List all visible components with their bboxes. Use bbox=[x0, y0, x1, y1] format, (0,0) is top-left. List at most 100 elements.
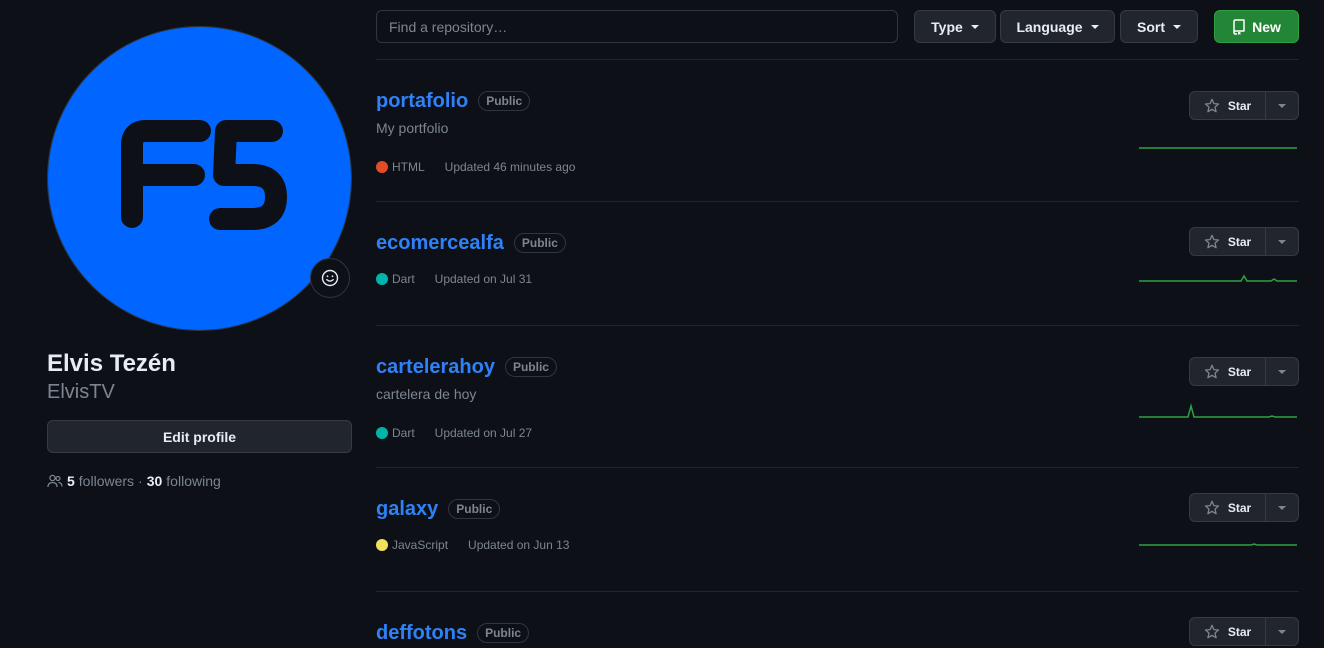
repo-icon bbox=[1233, 18, 1245, 35]
activity-sparkline bbox=[1139, 147, 1297, 149]
chevron-down-icon bbox=[1090, 24, 1099, 29]
star-button-group: Star bbox=[1189, 493, 1299, 522]
profile-full-name: Elvis Tezén bbox=[47, 350, 176, 377]
language-name: JavaScript bbox=[392, 538, 449, 552]
set-status-button[interactable] bbox=[310, 258, 350, 298]
star-button[interactable]: Star bbox=[1190, 494, 1266, 521]
star-label: Star bbox=[1227, 364, 1252, 379]
profile-avatar[interactable] bbox=[47, 26, 352, 331]
type-filter-button[interactable]: Type bbox=[914, 10, 996, 43]
star-list-dropdown[interactable] bbox=[1266, 618, 1298, 645]
profile-username: ElvisTV bbox=[47, 381, 115, 403]
visibility-badge: Public bbox=[477, 623, 530, 643]
sort-label: Sort bbox=[1137, 18, 1165, 35]
repo-meta: Dart Updated on Jul 27 bbox=[376, 425, 532, 441]
star-list-dropdown[interactable] bbox=[1266, 358, 1298, 385]
visibility-badge: Public bbox=[504, 357, 557, 377]
star-button-group: Star bbox=[1189, 617, 1299, 646]
divider bbox=[376, 325, 1299, 326]
divider bbox=[376, 59, 1299, 60]
edit-profile-button[interactable]: Edit profile bbox=[47, 420, 352, 453]
type-filter-label: Type bbox=[931, 18, 963, 35]
smiley-icon bbox=[321, 269, 339, 287]
activity-sparkline bbox=[1139, 543, 1297, 546]
chevron-down-icon bbox=[970, 24, 979, 29]
star-icon bbox=[1204, 624, 1219, 638]
repo-name-link[interactable]: portafolio bbox=[376, 88, 468, 114]
repo-name-link[interactable]: cartelerahoy bbox=[376, 354, 495, 380]
repo-item: galaxy Public JavaScript Updated on Jun … bbox=[376, 493, 1299, 552]
language-color-dot bbox=[376, 539, 388, 551]
repo-updated: Updated on Jul 31 bbox=[434, 272, 533, 286]
chevron-down-icon bbox=[1173, 24, 1181, 29]
repo-description: My portfolio bbox=[376, 120, 449, 136]
chevron-down-icon bbox=[1278, 629, 1286, 634]
language-filter-button[interactable]: Language bbox=[1000, 10, 1115, 43]
sort-button[interactable]: Sort bbox=[1120, 10, 1198, 43]
star-list-dropdown[interactable] bbox=[1266, 494, 1298, 521]
star-button[interactable]: Star bbox=[1190, 358, 1266, 385]
star-list-dropdown[interactable] bbox=[1266, 228, 1298, 255]
repo-item: deffotons Public Star bbox=[376, 617, 1299, 646]
star-icon bbox=[1204, 234, 1219, 248]
followers-link[interactable]: 5 followers bbox=[67, 472, 134, 490]
star-icon bbox=[1204, 500, 1219, 514]
visibility-badge: Public bbox=[448, 499, 501, 519]
visibility-badge: Public bbox=[478, 91, 531, 111]
language-color-dot bbox=[376, 161, 388, 173]
star-label: Star bbox=[1227, 500, 1252, 515]
star-button[interactable]: Star bbox=[1190, 228, 1266, 255]
divider bbox=[376, 591, 1299, 592]
star-icon bbox=[1204, 364, 1219, 378]
following-count: 30 bbox=[146, 473, 163, 489]
follow-separator: · bbox=[138, 473, 143, 489]
star-list-dropdown[interactable] bbox=[1266, 92, 1298, 119]
repo-description: cartelera de hoy bbox=[376, 386, 477, 402]
language-name: HTML bbox=[392, 160, 425, 174]
followers-label: followers bbox=[78, 473, 135, 489]
star-button[interactable]: Star bbox=[1190, 92, 1266, 119]
repo-language: HTML bbox=[376, 159, 425, 175]
language-color-dot bbox=[376, 427, 388, 439]
repo-updated: Updated 46 minutes ago bbox=[444, 160, 576, 174]
chevron-down-icon bbox=[1278, 505, 1286, 510]
star-label: Star bbox=[1227, 234, 1252, 249]
find-repository-input[interactable] bbox=[376, 10, 898, 43]
followers-count: 5 bbox=[67, 473, 75, 489]
new-repository-button[interactable]: New bbox=[1214, 10, 1299, 43]
language-name: Dart bbox=[392, 272, 415, 286]
divider bbox=[376, 467, 1299, 468]
repo-language: Dart bbox=[376, 271, 415, 287]
repo-name-link[interactable]: deffotons bbox=[376, 620, 467, 646]
star-button-group: Star bbox=[1189, 227, 1299, 256]
new-label: New bbox=[1252, 18, 1281, 35]
chevron-down-icon bbox=[1278, 103, 1286, 108]
divider bbox=[376, 201, 1299, 202]
activity-sparkline bbox=[1139, 403, 1297, 418]
star-button-group: Star bbox=[1189, 357, 1299, 386]
star-label: Star bbox=[1227, 624, 1252, 639]
repo-name-link[interactable]: ecomercealfa bbox=[376, 230, 504, 256]
repo-meta: Dart Updated on Jul 31 bbox=[376, 271, 532, 287]
visibility-badge: Public bbox=[513, 233, 566, 253]
repo-meta: JavaScript Updated on Jun 13 bbox=[376, 537, 569, 553]
repo-updated: Updated on Jul 27 bbox=[434, 426, 533, 440]
repo-meta: HTML Updated 46 minutes ago bbox=[376, 159, 575, 175]
star-button-group: Star bbox=[1189, 91, 1299, 120]
star-button[interactable]: Star bbox=[1190, 618, 1266, 645]
following-link[interactable]: 30 following bbox=[147, 472, 221, 490]
chevron-down-icon bbox=[1278, 239, 1286, 244]
repo-updated: Updated on Jun 13 bbox=[468, 538, 570, 552]
repo-item: cartelerahoy Public cartelera de hoy Dar… bbox=[376, 354, 1299, 440]
following-label: following bbox=[166, 473, 221, 489]
star-label: Star bbox=[1227, 98, 1252, 113]
language-filter-label: Language bbox=[1016, 18, 1083, 35]
avatar-image bbox=[48, 27, 351, 330]
chevron-down-icon bbox=[1278, 369, 1286, 374]
repo-item: portafolio Public My portfolio HTML Upda… bbox=[376, 88, 1299, 174]
repo-name-link[interactable]: galaxy bbox=[376, 496, 438, 522]
follow-stats: 5 followers · 30 following bbox=[47, 472, 221, 490]
repo-item: ecomercealfa Public Dart Updated on Jul … bbox=[376, 227, 1299, 286]
star-icon bbox=[1204, 98, 1219, 112]
people-icon bbox=[47, 474, 63, 488]
